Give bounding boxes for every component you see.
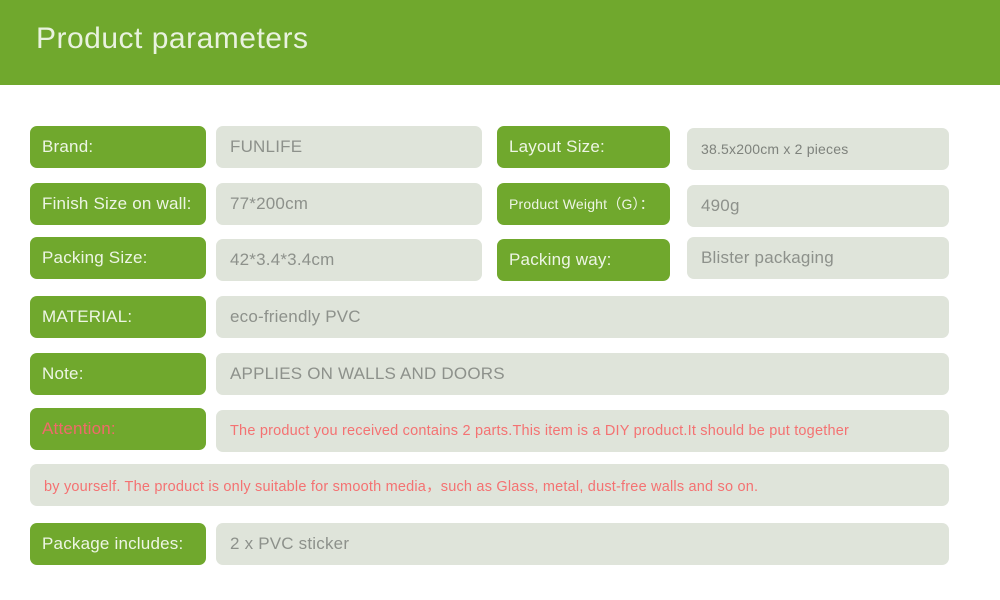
- label-brand: Brand:: [30, 126, 206, 168]
- label-product-weight: Product Weight（G）：: [497, 183, 670, 225]
- label-layout-size: Layout Size:: [497, 126, 670, 168]
- value-packing-way: Blister packaging: [687, 237, 949, 279]
- value-attention-line1: The product you received contains 2 part…: [216, 410, 949, 452]
- value-layout-size: 38.5x200cm x 2 pieces: [687, 128, 949, 170]
- value-packing-size: 42*3.4*3.4cm: [216, 239, 482, 281]
- value-attention-line2: by yourself. The product is only suitabl…: [30, 464, 949, 506]
- label-finish-size: Finish Size on wall:: [30, 183, 206, 225]
- label-package-includes: Package includes:: [30, 523, 206, 565]
- value-brand-text: FUNLIFE: [230, 137, 303, 156]
- value-product-weight: 490g: [687, 185, 949, 227]
- value-material-text: eco-friendly PVC: [230, 307, 361, 326]
- label-product-weight-text: Product Weight（G）：: [509, 196, 654, 212]
- value-attention-line2-text: by yourself. The product is only suitabl…: [44, 478, 759, 495]
- label-attention: Attention:: [30, 408, 206, 450]
- value-brand: FUNLIFE: [216, 126, 482, 168]
- value-finish-size-text: 77*200cm: [230, 194, 309, 213]
- label-note-text: Note:: [42, 364, 84, 383]
- label-finish-size-text: Finish Size on wall:: [42, 194, 192, 213]
- label-attention-text: Attention:: [42, 419, 116, 438]
- value-note-text: APPLIES ON WALLS AND DOORS: [230, 364, 505, 383]
- value-attention-line1-text: The product you received contains 2 part…: [230, 423, 849, 439]
- label-note: Note:: [30, 353, 206, 395]
- label-packing-way: Packing way:: [497, 239, 670, 281]
- label-packing-way-text: Packing way:: [509, 250, 612, 269]
- value-material: eco-friendly PVC: [216, 296, 949, 338]
- value-packing-size-text: 42*3.4*3.4cm: [230, 250, 335, 269]
- value-product-weight-text: 490g: [701, 196, 740, 215]
- value-package-includes: 2 x PVC sticker: [216, 523, 949, 565]
- value-finish-size: 77*200cm: [216, 183, 482, 225]
- product-parameters-page: Product parameters Brand: FUNLIFE Layout…: [0, 0, 1000, 600]
- label-packing-size-text: Packing Size:: [42, 248, 148, 267]
- page-title: Product parameters: [36, 22, 309, 55]
- value-note: APPLIES ON WALLS AND DOORS: [216, 353, 949, 395]
- label-brand-text: Brand:: [42, 137, 94, 156]
- value-layout-size-text: 38.5x200cm x 2 pieces: [701, 141, 849, 157]
- value-package-includes-text: 2 x PVC sticker: [230, 534, 350, 553]
- label-material: MATERIAL:: [30, 296, 206, 338]
- value-packing-way-text: Blister packaging: [701, 248, 834, 267]
- label-material-text: MATERIAL:: [42, 307, 133, 326]
- label-layout-size-text: Layout Size:: [509, 137, 605, 156]
- label-packing-size: Packing Size:: [30, 237, 206, 279]
- header-banner: Product parameters: [0, 0, 1000, 85]
- label-package-includes-text: Package includes:: [42, 534, 184, 553]
